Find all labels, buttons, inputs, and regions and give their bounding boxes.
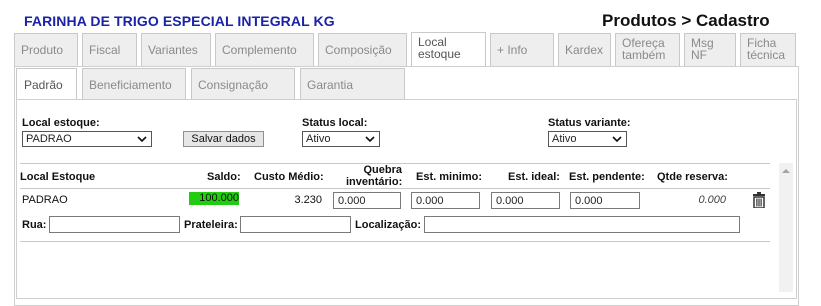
tab-label: Kardex	[565, 43, 604, 57]
table-bottom-divider	[20, 241, 770, 242]
row-local: PADRAO	[22, 194, 68, 206]
subtab-label: Beneficiamento	[89, 77, 172, 92]
header-local-estoque: Local Estoque	[20, 171, 96, 183]
tab-label: Variantes	[148, 43, 198, 57]
tab-msg-nf[interactable]: Msg NF	[684, 33, 736, 66]
header-est-minimo: Est. minimo:	[416, 171, 483, 183]
chevron-down-icon	[365, 136, 375, 143]
prateleira-label: Prateleira:	[184, 219, 238, 231]
subtab-garantia[interactable]: Garantia	[300, 68, 405, 100]
tab-label: Complemento	[222, 43, 297, 57]
subtab-padrao[interactable]: Padrão	[16, 68, 77, 100]
subtab-label: Consignação	[198, 77, 269, 92]
scrollbar[interactable]	[779, 163, 793, 292]
status-local-select[interactable]: Ativo	[302, 131, 380, 147]
rua-input[interactable]	[49, 216, 180, 233]
header-custo-medio: Custo Médio:	[254, 171, 324, 183]
product-title: FARINHA DE TRIGO ESPECIAL INTEGRAL KG	[24, 13, 335, 29]
status-variante-label: Status variante:	[548, 117, 631, 129]
save-button[interactable]: Salvar dados	[183, 131, 264, 147]
header-line: Quebra	[363, 164, 402, 176]
trash-icon[interactable]	[752, 192, 766, 208]
status-variante-select[interactable]: Ativo	[548, 131, 627, 147]
tab-mais-info[interactable]: + Info	[490, 33, 554, 66]
tab-label: estoque	[418, 47, 461, 61]
rua-label: Rua:	[22, 219, 47, 231]
chevron-down-icon	[137, 136, 147, 143]
scroll-up-arrow-icon[interactable]	[781, 168, 791, 174]
select-value: Ativo	[306, 133, 331, 145]
page-heading: Produtos > Cadastro	[602, 11, 770, 30]
tab-label: também	[622, 48, 666, 62]
row-qtde-reserva: 0.000	[698, 194, 726, 206]
select-value: PADRAO	[26, 133, 72, 145]
header-est-ideal: Est. ideal:	[508, 171, 560, 183]
tab-kardex[interactable]: Kardex	[558, 33, 611, 66]
tab-complemento[interactable]: Complemento	[215, 33, 314, 66]
subtab-beneficiamento[interactable]: Beneficiamento	[82, 68, 186, 100]
local-estoque-select[interactable]: PADRAO	[22, 131, 152, 147]
prateleira-input[interactable]	[240, 216, 351, 233]
subtab-consignacao[interactable]: Consignação	[191, 68, 295, 100]
tab-label: NF	[691, 48, 707, 62]
status-local-label: Status local:	[302, 117, 368, 129]
local-estoque-label: Local estoque:	[22, 117, 100, 129]
subtab-label: Garantia	[307, 77, 354, 92]
subtab-label: Padrão	[24, 77, 63, 92]
tab-ofereca-tambem[interactable]: Ofereça também	[615, 33, 680, 66]
tab-label: Fiscal	[89, 43, 121, 57]
table-header-divider	[20, 188, 770, 189]
tab-label: Composição	[325, 43, 392, 57]
header-est-pendente: Est. pendente:	[569, 171, 645, 183]
tab-label: técnica	[747, 48, 786, 62]
row-saldo: 100.000	[189, 192, 239, 205]
tab-local-estoque[interactable]: Local estoque	[411, 32, 486, 68]
est-minimo-input[interactable]: 0.000	[411, 192, 480, 209]
header-line: inventário:	[346, 176, 403, 188]
tab-composicao[interactable]: Composição	[318, 33, 407, 66]
header-qtde-reserva: Qtde reserva:	[657, 171, 728, 183]
header-saldo: Saldo:	[207, 171, 241, 183]
est-pendente-input[interactable]: 0.000	[570, 192, 640, 209]
est-ideal-input[interactable]: 0.000	[491, 192, 560, 209]
tab-fiscal[interactable]: Fiscal	[82, 33, 137, 66]
localizacao-label: Localização:	[355, 219, 422, 231]
localizacao-input[interactable]	[424, 216, 740, 233]
tab-ficha-tecnica[interactable]: Ficha técnica	[740, 33, 796, 66]
row-custo-medio: 3.230	[294, 194, 322, 206]
quebra-inventario-input[interactable]: 0.000	[333, 192, 401, 209]
header-quebra-inventario: Quebra inventário:	[346, 164, 402, 188]
tab-produto[interactable]: Produto	[14, 33, 78, 66]
tab-variantes[interactable]: Variantes	[141, 33, 211, 66]
tab-label: Produto	[21, 43, 64, 57]
tab-label: + Info	[497, 43, 528, 57]
select-value: Ativo	[552, 133, 577, 145]
chevron-down-icon	[612, 136, 622, 143]
